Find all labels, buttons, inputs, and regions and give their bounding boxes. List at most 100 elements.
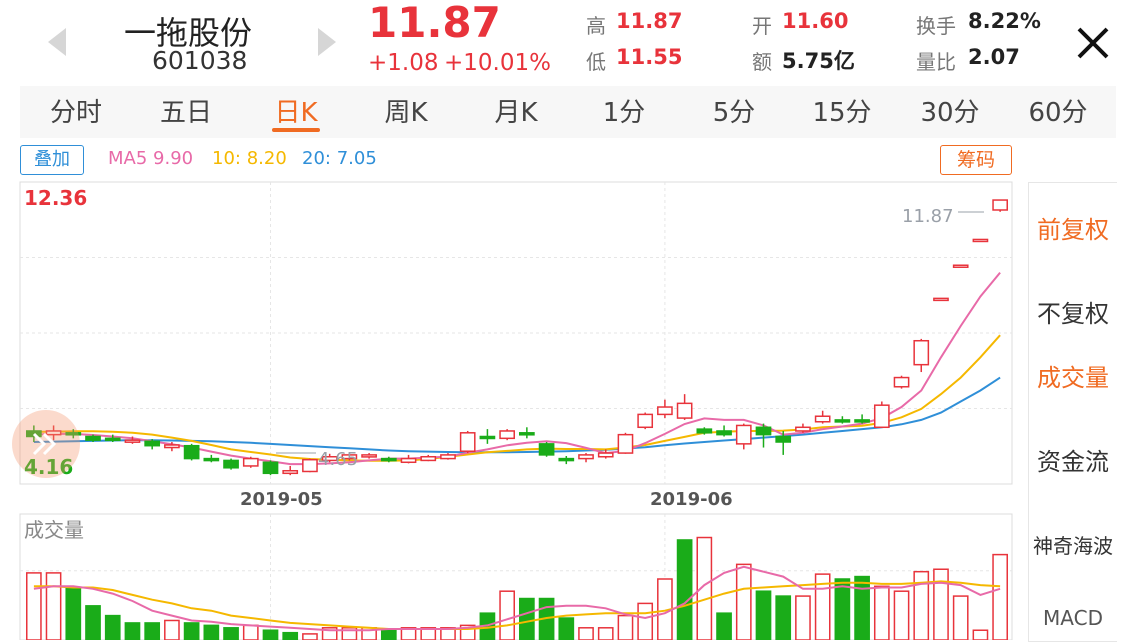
- kline-frame: [19, 181, 1013, 485]
- x-tick-june: 2019-06: [650, 489, 733, 510]
- side-menu-bg: [1028, 182, 1117, 642]
- candle-body: [459, 432, 476, 452]
- volume-bar: [972, 629, 989, 640]
- volume-bar: [45, 572, 62, 640]
- candle-body: [578, 454, 594, 460]
- volume-bar: [735, 563, 752, 640]
- volume-title: 成交量: [24, 518, 84, 542]
- candle-body: [242, 457, 259, 467]
- candle-body: [440, 454, 456, 460]
- candle-body: [380, 457, 397, 462]
- ma5-line: [33, 271, 1001, 466]
- candle-body: [104, 437, 121, 442]
- volume-bar: [854, 575, 870, 640]
- volume-bar: [519, 597, 535, 640]
- candle-body: [755, 426, 772, 436]
- ma10-line: [33, 334, 1001, 462]
- volume-bar: [242, 624, 259, 640]
- x-tick-may: 2019-05: [240, 489, 323, 510]
- volume-bar: [26, 572, 42, 640]
- volume-bar: [282, 631, 299, 640]
- ma20-line: [33, 376, 1001, 454]
- candle-body: [873, 404, 890, 429]
- candle-body: [302, 458, 318, 473]
- volume-bar: [203, 624, 220, 640]
- volume-bar: [617, 614, 634, 640]
- volume-bar: [992, 553, 1008, 640]
- double-chevron-right-icon: [32, 432, 57, 456]
- candle-body: [834, 419, 851, 423]
- candle-body: [795, 426, 811, 432]
- candle-body: [85, 435, 101, 441]
- volume-bar: [873, 585, 890, 640]
- candle-body: [144, 440, 161, 447]
- candle-body: [262, 461, 279, 475]
- volume-bar: [893, 590, 910, 640]
- volume-bar: [302, 633, 318, 640]
- candle-body: [676, 402, 693, 419]
- candle-body: [538, 443, 555, 456]
- volume-bar: [144, 622, 161, 640]
- volume-bar: [558, 617, 575, 640]
- volume-bar: [65, 588, 82, 640]
- candle-body: [499, 430, 515, 440]
- side-menu-item-6[interactable]: MACD: [1032, 606, 1114, 636]
- volume-bar: [183, 622, 200, 640]
- expand-button[interactable]: [12, 410, 80, 478]
- candle-body: [124, 439, 141, 443]
- candle-body: [972, 238, 989, 243]
- volume-bar: [597, 627, 614, 640]
- candle-body: [814, 415, 831, 423]
- kline-chart[interactable]: 12.36 4.16 2019-05 2019-06 11.87 4.65 成交…: [0, 0, 1136, 640]
- candle-body: [657, 406, 673, 416]
- candle-body: [282, 469, 299, 475]
- candle-body: [637, 413, 654, 429]
- candle-body: [716, 430, 732, 436]
- volume-bar: [499, 590, 515, 640]
- volume-bar: [223, 627, 239, 640]
- candle-body: [775, 435, 792, 443]
- candle-body: [992, 199, 1008, 211]
- volume-bar: [262, 629, 279, 640]
- candle-body: [952, 264, 969, 268]
- candle-body: [735, 424, 752, 445]
- candle-body: [597, 452, 614, 458]
- volume-bar: [124, 622, 141, 640]
- candle-body: [361, 454, 377, 458]
- candle-body: [519, 432, 535, 436]
- candle-body: [696, 428, 713, 434]
- volume-bar: [716, 612, 732, 640]
- volume-bar: [578, 627, 594, 640]
- candle-body: [203, 457, 220, 462]
- side-menu-item-5[interactable]: 神奇海波: [1032, 530, 1114, 559]
- side-menu-item-4[interactable]: 资金流: [1032, 442, 1114, 477]
- price-max-label: 12.36: [24, 186, 87, 210]
- candle-body: [933, 297, 949, 302]
- high-annotation: 11.87: [902, 206, 954, 227]
- volume-bar: [637, 602, 654, 640]
- volume-bar: [933, 568, 949, 640]
- side-menu-item-2[interactable]: 不复权: [1032, 294, 1114, 329]
- volume-bar: [795, 595, 811, 640]
- volume-bar: [952, 595, 969, 640]
- volume-bar: [676, 539, 693, 640]
- candle-body: [479, 435, 496, 440]
- candle-body: [183, 444, 200, 460]
- candle-body: [893, 376, 910, 388]
- volume-bar: [164, 619, 180, 640]
- volume-bar: [380, 629, 397, 640]
- volume-bar: [104, 614, 121, 640]
- volume-bar: [775, 595, 792, 640]
- side-menu-item-1[interactable]: 前复权: [1032, 210, 1114, 245]
- volume-bar: [834, 578, 851, 640]
- side-menu-item-3[interactable]: 成交量: [1032, 358, 1114, 393]
- candle-body: [913, 339, 930, 366]
- candle-body: [617, 433, 634, 454]
- candle-body: [420, 455, 437, 462]
- candle-body: [164, 444, 180, 449]
- candle-body: [400, 457, 417, 464]
- candle-body: [854, 419, 870, 423]
- low-annotation: 4.65: [318, 449, 358, 470]
- volume-bar: [755, 590, 772, 640]
- candle-body: [223, 459, 239, 469]
